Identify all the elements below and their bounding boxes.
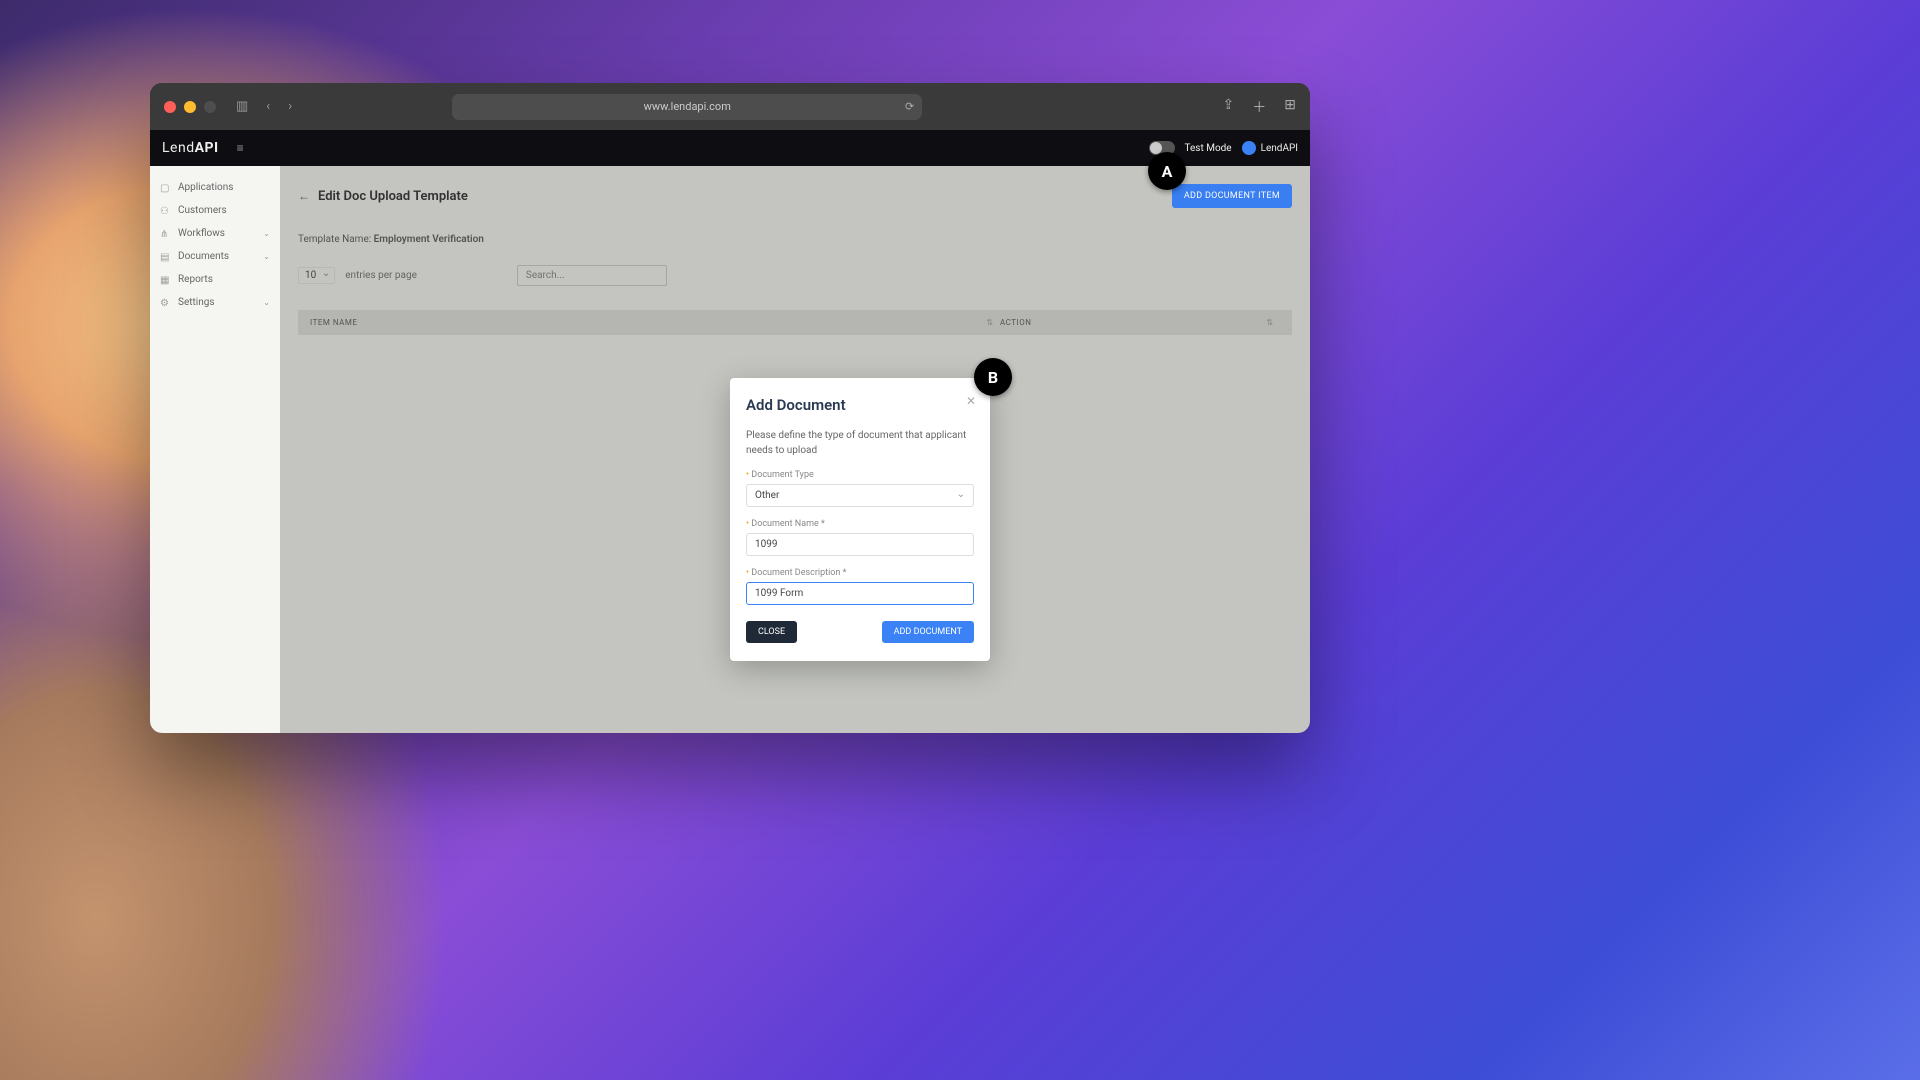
annotation-marker-b: B — [974, 358, 1012, 396]
user-label: LendAPI — [1261, 143, 1298, 154]
browser-toolbar: ▥ ‹ › www.lendapi.com ⟳ ⇪ ＋ ⊞ — [150, 83, 1310, 130]
browser-window: ▥ ‹ › www.lendapi.com ⟳ ⇪ ＋ ⊞ LendAPI ≡ … — [150, 83, 1310, 733]
sidebar-item-settings[interactable]: ⚙ Settings ⌄ — [150, 291, 280, 314]
apps-icon: ▢ — [160, 183, 170, 193]
app-header: LendAPI ≡ Test Mode LendAPI — [150, 130, 1310, 166]
test-mode-label: Test Mode — [1185, 143, 1232, 154]
close-icon[interactable]: ✕ — [966, 394, 976, 408]
avatar — [1242, 141, 1256, 155]
modal-description: Please define the type of document that … — [746, 428, 974, 458]
menu-toggle-icon[interactable]: ≡ — [237, 141, 244, 155]
sidebar-item-customers[interactable]: ⚇ Customers — [150, 199, 280, 222]
doc-name-label: Document Name * — [746, 519, 974, 529]
gear-icon: ⚙ — [160, 298, 170, 308]
reload-icon[interactable]: ⟳ — [905, 100, 914, 113]
address-bar[interactable]: www.lendapi.com ⟳ — [452, 94, 922, 120]
window-controls — [164, 101, 216, 113]
flow-icon: ⋔ — [160, 229, 170, 239]
sidebar-item-reports[interactable]: ▦ Reports — [150, 268, 280, 291]
annotation-marker-a: A — [1148, 152, 1186, 190]
sidebar: ▢ Applications ⚇ Customers ⋔ Workflows ⌄… — [150, 166, 280, 733]
chevron-down-icon: ⌄ — [263, 252, 270, 261]
close-window-icon[interactable] — [164, 101, 176, 113]
brand-logo: LendAPI — [162, 140, 219, 156]
doc-name-input[interactable] — [746, 533, 974, 556]
main-content: ← Edit Doc Upload Template ADD DOCUMENT … — [280, 166, 1310, 733]
minimize-window-icon[interactable] — [184, 101, 196, 113]
modal-close-button[interactable]: CLOSE — [746, 621, 797, 643]
report-icon: ▦ — [160, 275, 170, 285]
chevron-down-icon: ⌄ — [263, 298, 270, 307]
doc-desc-input[interactable] — [746, 582, 974, 605]
doc-type-select[interactable]: Other — [746, 484, 974, 507]
doc-desc-label: Document Description * — [746, 568, 974, 578]
user-menu[interactable]: LendAPI — [1242, 141, 1298, 155]
sidebar-toggle-icon[interactable]: ▥ — [236, 99, 248, 114]
forward-icon[interactable]: › — [288, 99, 292, 114]
maximize-window-icon[interactable] — [204, 101, 216, 113]
chevron-down-icon: ⌄ — [263, 229, 270, 238]
tabs-overview-icon[interactable]: ⊞ — [1284, 97, 1296, 117]
doc-icon: ▤ — [160, 252, 170, 262]
users-icon: ⚇ — [160, 206, 170, 216]
new-tab-icon[interactable]: ＋ — [1252, 97, 1266, 117]
share-icon[interactable]: ⇪ — [1223, 97, 1235, 117]
doc-type-label: Document Type — [746, 470, 974, 480]
sidebar-item-workflows[interactable]: ⋔ Workflows ⌄ — [150, 222, 280, 245]
sidebar-item-documents[interactable]: ▤ Documents ⌄ — [150, 245, 280, 268]
url-text: www.lendapi.com — [644, 100, 731, 113]
back-icon[interactable]: ‹ — [266, 99, 270, 114]
modal-title: Add Document — [746, 396, 974, 414]
sidebar-item-applications[interactable]: ▢ Applications — [150, 176, 280, 199]
add-document-modal: Add Document ✕ Please define the type of… — [730, 378, 990, 661]
modal-submit-button[interactable]: ADD DOCUMENT — [882, 621, 974, 643]
